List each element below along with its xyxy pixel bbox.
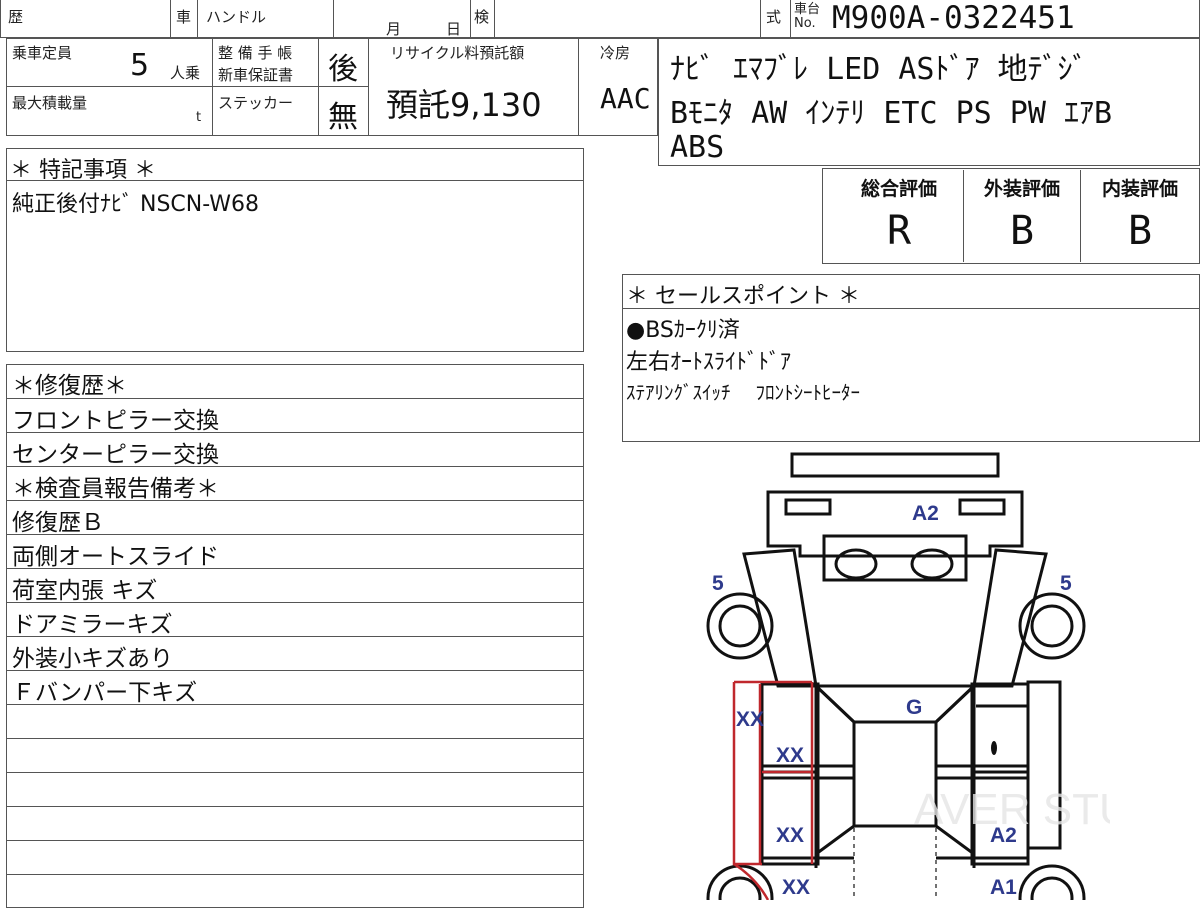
capacity-label: 乗車定員 (12, 44, 73, 62)
code-left-front-wheel: 5 (712, 572, 724, 595)
recycle-fee-label: リサイクル料預託額 (390, 44, 525, 62)
grade-exterior: 外装評価 B (964, 170, 1080, 262)
sales-point-item: 左右ｵｰﾄｽﾗｲﾄﾞﾄﾞｱ (626, 350, 792, 375)
repair-history-row: 両側オートスライド (6, 534, 584, 570)
rear-left-wheel (706, 864, 774, 900)
grade-overall-label: 総合評価 (860, 178, 937, 200)
max-load-unit: t (196, 110, 202, 125)
model-type-label: 式 (766, 8, 782, 26)
repair-history-row (6, 874, 584, 908)
repair-history-text: 両側オートスライド (12, 544, 219, 570)
special-notes-title: ＊ 特記事項 ＊ (10, 158, 156, 183)
code-right-rear: A1 (990, 876, 1017, 899)
warranty-label: 新車保証書 (218, 66, 294, 84)
sales-point-item: ｽﾃｱﾘﾝｸﾞｽｲｯﾁ ﾌﾛﾝﾄｼｰﾄﾋｰﾀｰ (626, 382, 861, 404)
grade-exterior-value: B (1009, 208, 1035, 254)
repair-history-text: 荷室内張 キズ (12, 578, 158, 604)
repair-history-row: 修復歴Ｂ (6, 500, 584, 536)
maintenance-value: 後 (328, 52, 358, 87)
repair-history-row: 外装小キズあり (6, 636, 584, 672)
repair-history-row (6, 840, 584, 874)
sticker-value: 無 (328, 100, 358, 135)
code-windshield: G (906, 696, 922, 719)
left-fender-outline (742, 548, 818, 688)
equipment-line-3: ABS (670, 130, 725, 165)
repair-history-text: フロントピラー交換 (12, 408, 219, 434)
grade-overall: 総合評価 R (836, 170, 962, 262)
front-right-wheel (1018, 592, 1086, 660)
repair-history-text: Ｆバンパー下キズ (12, 680, 198, 706)
grade-overall-value: R (886, 208, 912, 254)
repair-history-row: センターピラー交換 (6, 432, 584, 468)
repair-history-row: Ｆバンパー下キズ (6, 670, 584, 706)
repair-history-row (6, 738, 584, 772)
code-left-pillar-a: XX (736, 708, 764, 731)
month-label: 月 (386, 20, 402, 38)
grille-left (784, 498, 832, 516)
repair-history-text: ＊検査員報告備考＊ (12, 476, 219, 502)
grade-interior-value: B (1127, 208, 1153, 254)
code-right-front-wheel: 5 (1060, 572, 1072, 595)
car-label: 車 (176, 8, 192, 26)
windshield-outline (812, 684, 978, 724)
repair-history-row: ドアミラーキズ (6, 602, 584, 638)
inspection-label: 検 (474, 8, 490, 26)
sales-points-title: ＊ セールスポイント ＊ (626, 284, 860, 309)
chassis-no-label-top: 車台 (794, 2, 821, 17)
repair-history-row: 荷室内張 キズ (6, 568, 584, 604)
vehicle-damage-diagram: A2 5 5 G XX XX XX XX A2 A1 AVER STUDIO P… (706, 452, 1110, 900)
handle-label: ハンドル (206, 8, 267, 26)
code-left-pillar-b: XX (776, 744, 804, 767)
aircon-label: 冷房 (600, 44, 631, 62)
chassis-no-label-bottom: No. (794, 16, 816, 31)
repair-history-row: ＊検査員報告備考＊ (6, 466, 584, 502)
repair-history-text: 修復歴Ｂ (12, 510, 104, 536)
repair-history-text: ＊修復歴＊ (12, 373, 127, 399)
special-notes-text: 純正後付ﾅﾋﾞ NSCN-W68 (12, 192, 260, 217)
door-handle-mark (991, 741, 997, 755)
repair-history-text: センターピラー交換 (12, 442, 219, 468)
headlight-left (834, 548, 878, 580)
repair-history-row: フロントピラー交換 (6, 398, 584, 434)
recycle-fee-value: 預託9,130 (386, 86, 542, 124)
day-label: 日 (446, 20, 462, 38)
watermark: AVER STUDIO PRO (914, 785, 1110, 834)
sales-point-item: ●BSｶｰｸﾘ済 (626, 318, 740, 343)
code-left-pillar-c: XX (776, 824, 804, 847)
grille-right (958, 498, 1006, 516)
hood-outline (766, 490, 1024, 558)
repair-history-row (6, 772, 584, 806)
repair-history-row (6, 806, 584, 840)
grade-interior-label: 内装評価 (1101, 178, 1178, 200)
equipment-line-1: ﾅﾋﾞ ｴﾏﾌﾞﾚ LED ASﾄﾞｱ 地ﾃﾞｼﾞ (670, 52, 1088, 87)
maintenance-book-label: 整 備 手 帳 (218, 44, 293, 62)
rear-right-wheel (1018, 864, 1086, 900)
repair-history-text: ドアミラーキズ (12, 612, 173, 638)
aircon-value: AAC (600, 82, 651, 115)
capacity-value: 5 (130, 48, 150, 83)
repair-history-text: 外装小キズあり (12, 646, 173, 672)
rear-bumper-outline (790, 452, 1000, 478)
history-label: 歴 (8, 8, 24, 26)
max-load-label: 最大積載量 (12, 94, 88, 112)
grade-exterior-label: 外装評価 (983, 178, 1060, 200)
equipment-line-2: Bﾓﾆﾀ AW ｲﾝﾃﾘ ETC PS PW ｴｱB (670, 96, 1113, 131)
code-left-rear: XX (782, 876, 810, 899)
headlight-right (910, 548, 954, 580)
grade-interior: 内装評価 B (1081, 170, 1199, 262)
code-front-bumper: A2 (912, 502, 939, 525)
repair-history-row (6, 704, 584, 738)
repair-history-row: ＊修復歴＊ (6, 364, 584, 399)
chassis-number: M900A-0322451 (832, 0, 1075, 36)
sticker-label: ステッカー (218, 94, 294, 112)
capacity-unit: 人乗 (170, 64, 201, 82)
